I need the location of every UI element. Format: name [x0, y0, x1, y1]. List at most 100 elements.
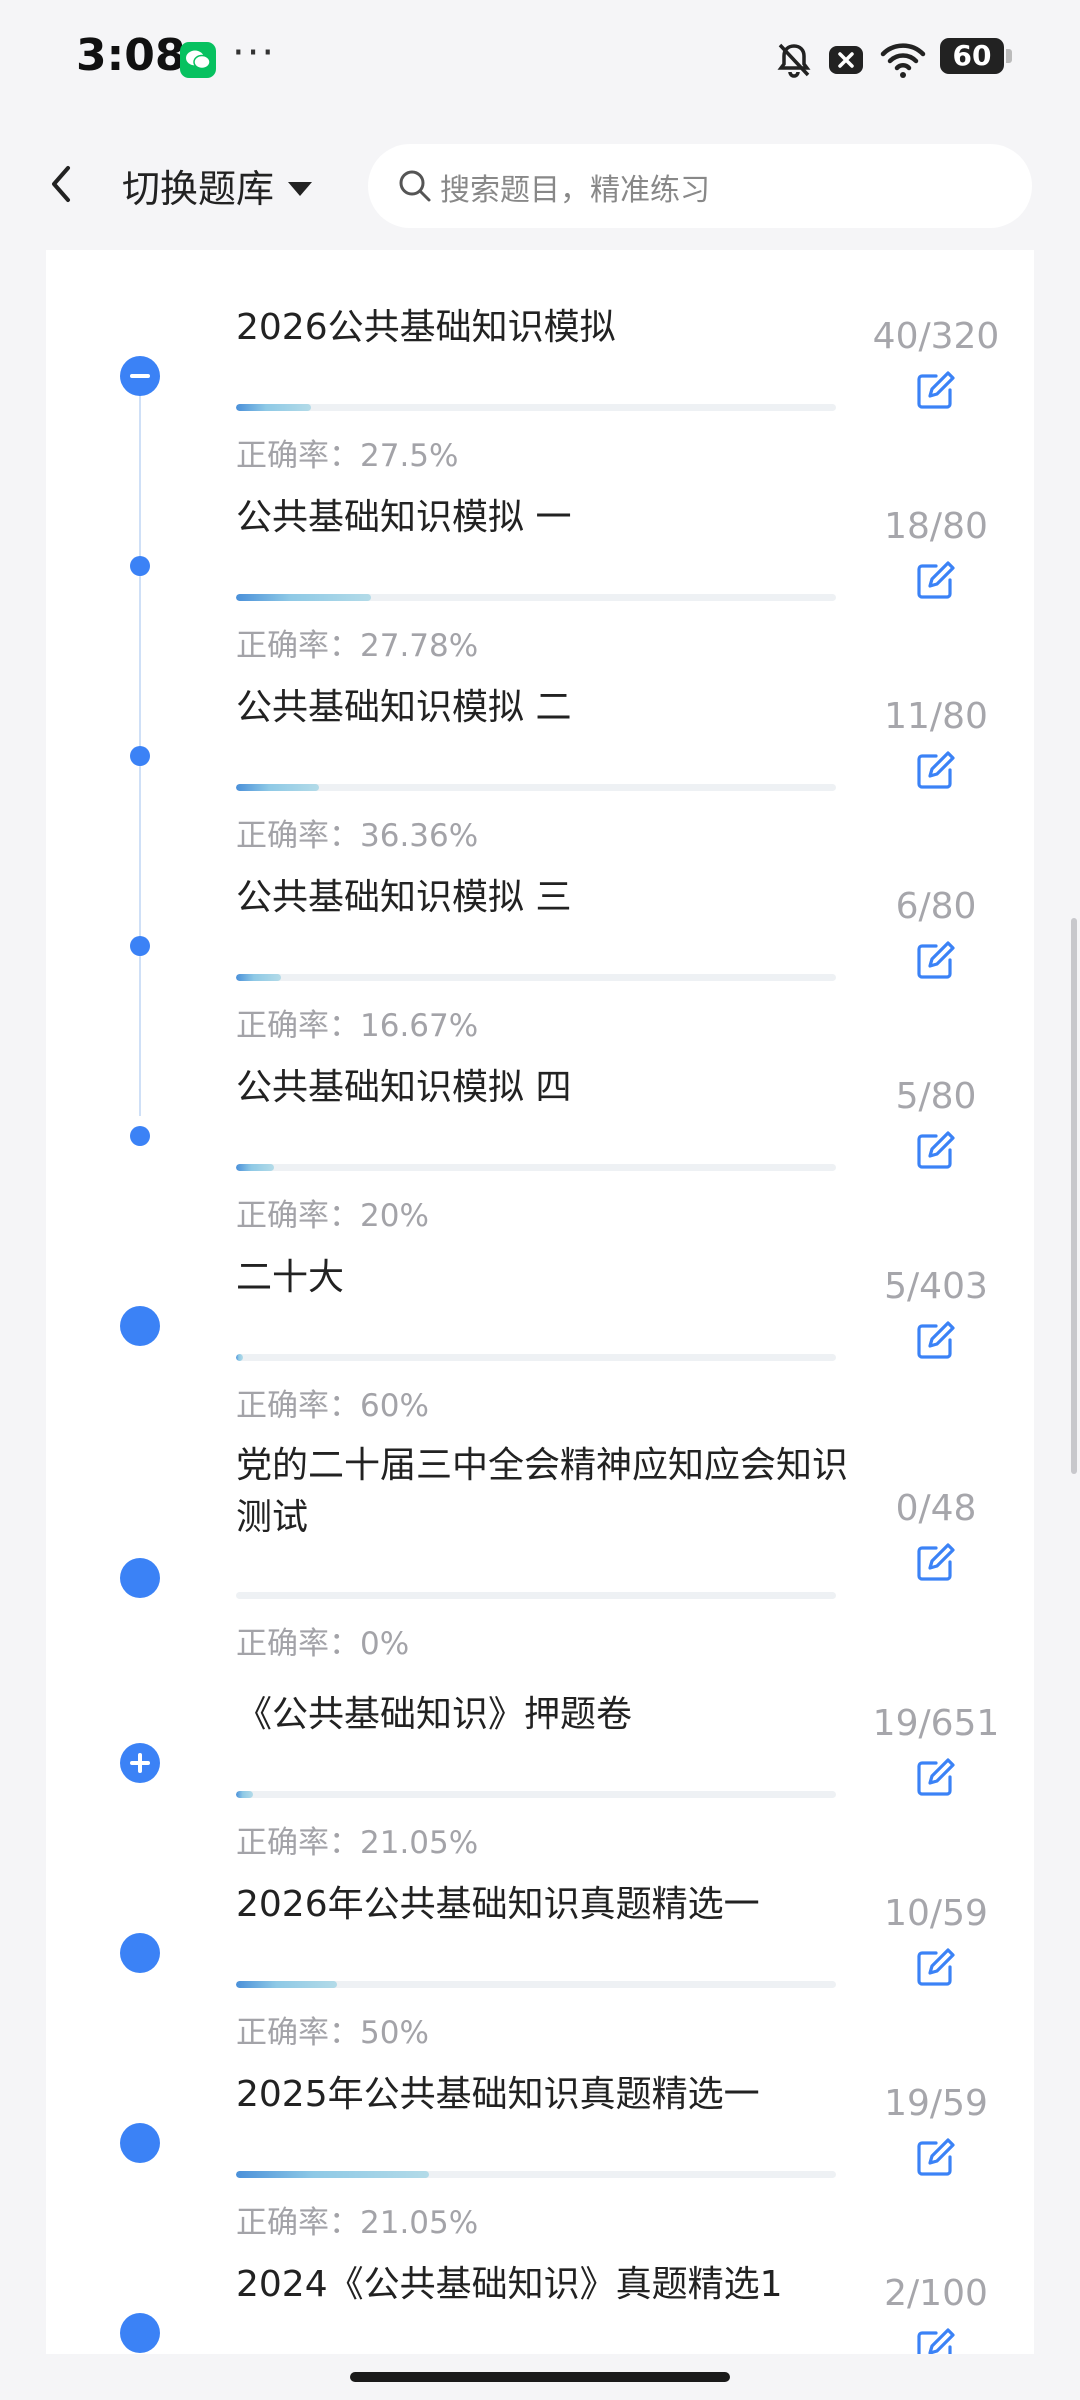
home-indicator[interactable]: [350, 2372, 730, 2382]
tree-node-dot: [130, 556, 150, 576]
progress-count: 5/403: [884, 1266, 988, 1307]
item-title: 二十大: [236, 1257, 345, 1298]
list-item[interactable]: 公共基础知识模拟 三正确率：16.67% 6/80: [46, 870, 1034, 1060]
edit-practice-icon[interactable]: [914, 2137, 956, 2183]
wechat-notification-icon: [180, 42, 216, 78]
progress-bar: [236, 1592, 836, 1599]
list-item[interactable]: 2026年公共基础知识真题精选一正确率：50% 10/59: [46, 1877, 1034, 2067]
progress-fill: [236, 784, 319, 791]
collapse-minus-icon[interactable]: [120, 356, 160, 396]
edit-practice-icon[interactable]: [914, 2327, 956, 2354]
tree-node-dot: [120, 1558, 160, 1598]
progress-fill: [236, 404, 311, 411]
progress-count: 11/80: [884, 696, 988, 737]
accuracy-text: 正确率：20%: [236, 1198, 429, 1234]
progress-count: 2/100: [884, 2273, 988, 2314]
accuracy-text: 正确率：36.36%: [236, 818, 479, 854]
accuracy-text: 正确率：27.5%: [236, 438, 459, 474]
back-arrow-icon[interactable]: [44, 158, 80, 210]
item-title: 《公共基础知识》押题卷: [236, 1694, 633, 1735]
edit-practice-icon[interactable]: [914, 750, 956, 796]
progress-count: 5/80: [895, 1076, 977, 1117]
progress-count: 10/59: [884, 1893, 988, 1934]
accuracy-text: 正确率：0%: [236, 1626, 410, 1662]
progress-fill: [236, 1791, 254, 1798]
expand-plus-icon[interactable]: [120, 1743, 160, 1783]
battery-indicator: 60: [940, 38, 1012, 74]
progress-fill: [236, 1354, 244, 1361]
more-notifications-icon: ···: [232, 30, 277, 76]
item-title: 党的二十届三中全会精神应知应会知识测试: [236, 1445, 849, 1538]
progress-bar: [236, 2171, 836, 2178]
edit-practice-icon[interactable]: [914, 1947, 956, 1993]
list-item[interactable]: 公共基础知识模拟 二正确率：36.36% 11/80: [46, 680, 1034, 870]
search-icon: [399, 170, 431, 202]
tree-node-dot: [120, 1306, 160, 1346]
tree-node-dot: [130, 1126, 150, 1146]
progress-bar: [236, 1354, 836, 1361]
list-item[interactable]: 二十大正确率：60% 5/403: [46, 1250, 1034, 1440]
chevron-down-icon[interactable]: [286, 180, 314, 198]
list-item[interactable]: 公共基础知识模拟 四正确率：20% 5/80: [46, 1060, 1034, 1250]
progress-bar: [236, 1981, 836, 1988]
edit-practice-icon[interactable]: [914, 370, 956, 416]
tree-node-dot: [120, 2313, 160, 2353]
item-title: 2026年公共基础知识真题精选一: [236, 1884, 760, 1925]
tree-node-dot: [120, 1933, 160, 1973]
accuracy-text: 正确率：21.05%: [236, 2205, 479, 2241]
item-title: 公共基础知识模拟 一: [236, 497, 572, 538]
status-bar: 3:08 ··· 60: [0, 0, 1080, 118]
scrollbar[interactable]: [1071, 918, 1077, 1474]
search-placeholder: 搜索题目，精准练习: [440, 173, 710, 208]
tree-node-dot: [130, 746, 150, 766]
progress-count: 18/80: [884, 506, 988, 547]
edit-practice-icon[interactable]: [914, 1542, 956, 1588]
progress-count: 40/320: [872, 316, 1000, 357]
item-title: 2025年公共基础知识真题精选一: [236, 2074, 760, 2115]
item-title: 2026公共基础知识模拟: [236, 307, 616, 348]
progress-count: 19/651: [872, 1703, 1000, 1744]
edit-practice-icon[interactable]: [914, 1320, 956, 1366]
list-item[interactable]: 公共基础知识模拟 一正确率：27.78% 18/80: [46, 490, 1034, 680]
edit-practice-icon[interactable]: [914, 940, 956, 986]
progress-fill: [236, 1981, 338, 1988]
no-sim-icon: [829, 46, 863, 74]
list-item[interactable]: 2026公共基础知识模拟正确率：27.5% 40/320: [46, 300, 1034, 490]
progress-bar: [236, 1164, 836, 1171]
status-time: 3:08: [76, 30, 186, 81]
accuracy-text: 正确率：60%: [236, 1388, 429, 1424]
top-bar: 切换题库 搜索题目，精准练习: [0, 118, 1080, 250]
progress-bar: [236, 404, 836, 411]
list-item[interactable]: 党的二十届三中全会精神应知应会知识测试正确率：0% 0/48: [46, 1440, 1034, 1662]
progress-bar: [236, 784, 836, 791]
progress-bar: [236, 594, 836, 601]
search-input[interactable]: 搜索题目，精准练习: [368, 144, 1032, 228]
accuracy-text: 正确率：21.05%: [236, 1825, 479, 1861]
progress-count: 19/59: [884, 2083, 988, 2124]
switch-bank-title[interactable]: 切换题库: [122, 158, 274, 213]
mute-bell-icon: [777, 43, 811, 78]
progress-count: 6/80: [895, 886, 977, 927]
tree-node-dot: [120, 2123, 160, 2163]
item-title: 2024《公共基础知识》真题精选1: [236, 2264, 783, 2305]
question-bank-list: 2026公共基础知识模拟 正确率：27.5% 40/320 公共基础知识模拟 一正确率…: [46, 250, 1034, 2354]
edit-practice-icon[interactable]: [914, 560, 956, 606]
item-title: 公共基础知识模拟 三: [236, 877, 572, 918]
progress-fill: [236, 974, 281, 981]
progress-bar: [236, 1791, 836, 1798]
progress-bar: [236, 974, 836, 981]
progress-fill: [236, 2171, 430, 2178]
accuracy-text: 正确率：16.67%: [236, 1008, 479, 1044]
accuracy-text: 正确率：50%: [236, 2015, 429, 2051]
item-title: 公共基础知识模拟 四: [236, 1067, 572, 1108]
tree-node-dot: [130, 936, 150, 956]
progress-count: 0/48: [895, 1488, 977, 1529]
edit-practice-icon[interactable]: [914, 1130, 956, 1176]
progress-fill: [236, 594, 371, 601]
edit-practice-icon[interactable]: [914, 1757, 956, 1803]
accuracy-text: 正确率：27.78%: [236, 628, 479, 664]
wifi-icon: [880, 43, 926, 78]
list-item[interactable]: 2024《公共基础知识》真题精选1正确率：50%2/100: [46, 2257, 1034, 2354]
list-item[interactable]: 2025年公共基础知识真题精选一正确率：21.05% 19/59: [46, 2067, 1034, 2257]
list-item[interactable]: 《公共基础知识》押题卷正确率：21.05% 19/651: [46, 1687, 1034, 1877]
